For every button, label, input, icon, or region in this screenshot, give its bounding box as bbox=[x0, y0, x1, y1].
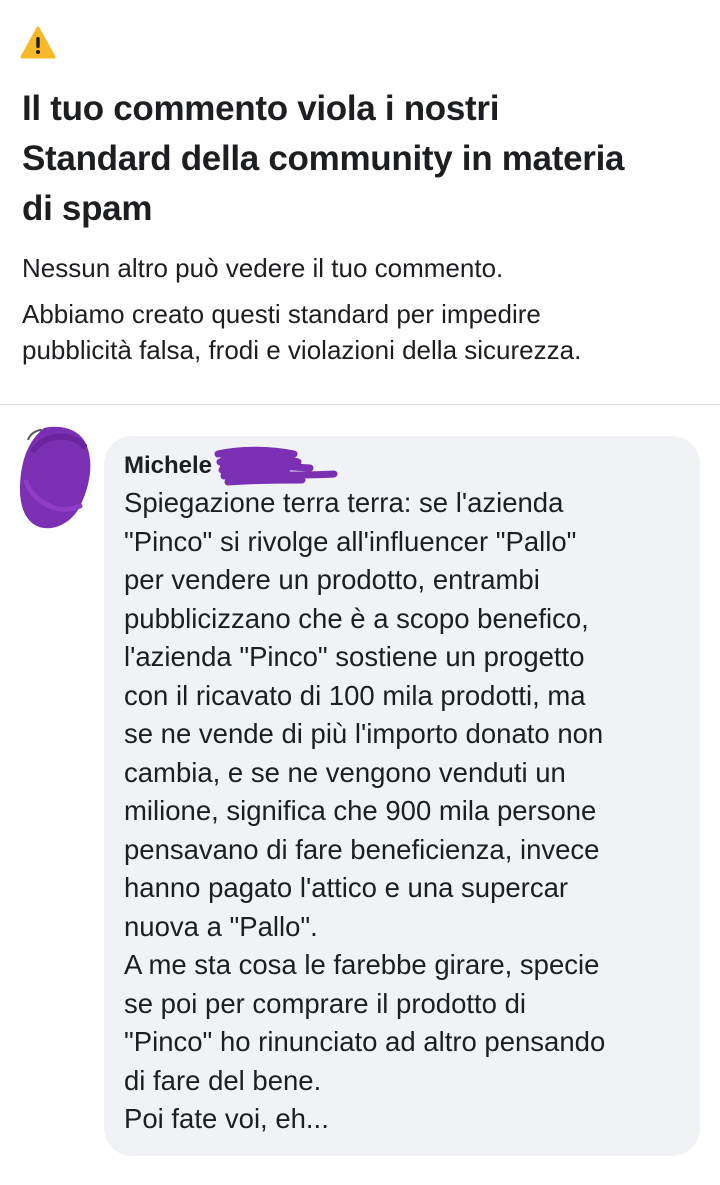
comment-line: pensavano di fare beneficienza, invece bbox=[124, 833, 600, 865]
comment-line: "Pinco" si rivolge all'influencer "Pallo… bbox=[124, 525, 577, 557]
redacted-avatar[interactable] bbox=[14, 422, 98, 534]
comment-line: se ne vende di più l'importo donato non bbox=[124, 718, 604, 749]
standards-line: pubblicità falsa, frodi e violazioni del… bbox=[22, 335, 582, 365]
comment-author[interactable]: Michele bbox=[124, 450, 212, 482]
comment-line: se poi per comprare il prodotto di bbox=[124, 987, 527, 1019]
name-redaction-scribble bbox=[214, 446, 338, 486]
visibility-message: Nessun altro può vedere il tuo commento. bbox=[22, 253, 504, 283]
notice-title-line: Standard della community in materia bbox=[22, 139, 625, 178]
comment-line: cambia, e se ne vengono venduti un bbox=[124, 756, 566, 788]
comment-line: pubblicizzano che è a scopo benefico, bbox=[124, 602, 589, 634]
comment-line: l'azienda "Pinco" sostiene un progetto bbox=[124, 641, 585, 672]
comment-author-row: Michele bbox=[124, 446, 338, 486]
comment-bubble: Michele Spiegazione terra terra: se l'az… bbox=[104, 436, 700, 1156]
notice-title: Il tuo commento viola i nostri Standard … bbox=[22, 84, 702, 234]
divider bbox=[0, 404, 720, 405]
comment-line: Poi fate voi, eh... bbox=[124, 1103, 329, 1134]
comment-line: hanno pagato l'attico e una supercar bbox=[124, 872, 569, 903]
comment-line: A me sta cosa le farebbe girare, specie bbox=[124, 949, 600, 980]
comment-line: di fare del bene. bbox=[124, 1064, 322, 1096]
standards-explanation: Abbiamo creato questi standard per imped… bbox=[22, 296, 702, 368]
comment-line: "Pinco" ho rinunciato ad altro pensando bbox=[124, 1026, 606, 1057]
notice-title-line: Il tuo commento viola i nostri bbox=[22, 89, 500, 128]
warning-icon bbox=[20, 26, 56, 59]
comment-line: Spiegazione terra terra: se l'azienda bbox=[124, 487, 564, 518]
comment-line: nuova a "Pallo". bbox=[124, 910, 318, 942]
comment-line: per vendere un prodotto, entrambi bbox=[124, 564, 540, 595]
comment-line: milione, significa che 900 mila persone bbox=[124, 795, 597, 826]
comment-line: con il ricavato di 100 mila prodotti, ma bbox=[124, 679, 586, 711]
notice-title-line: di spam bbox=[22, 189, 153, 228]
spam-warning-notice: Il tuo commento viola i nostri Standard … bbox=[0, 0, 720, 404]
comment-body: Spiegazione terra terra: se l'azienda "P… bbox=[124, 484, 694, 1139]
standards-line: Abbiamo creato questi standard per imped… bbox=[22, 299, 541, 329]
